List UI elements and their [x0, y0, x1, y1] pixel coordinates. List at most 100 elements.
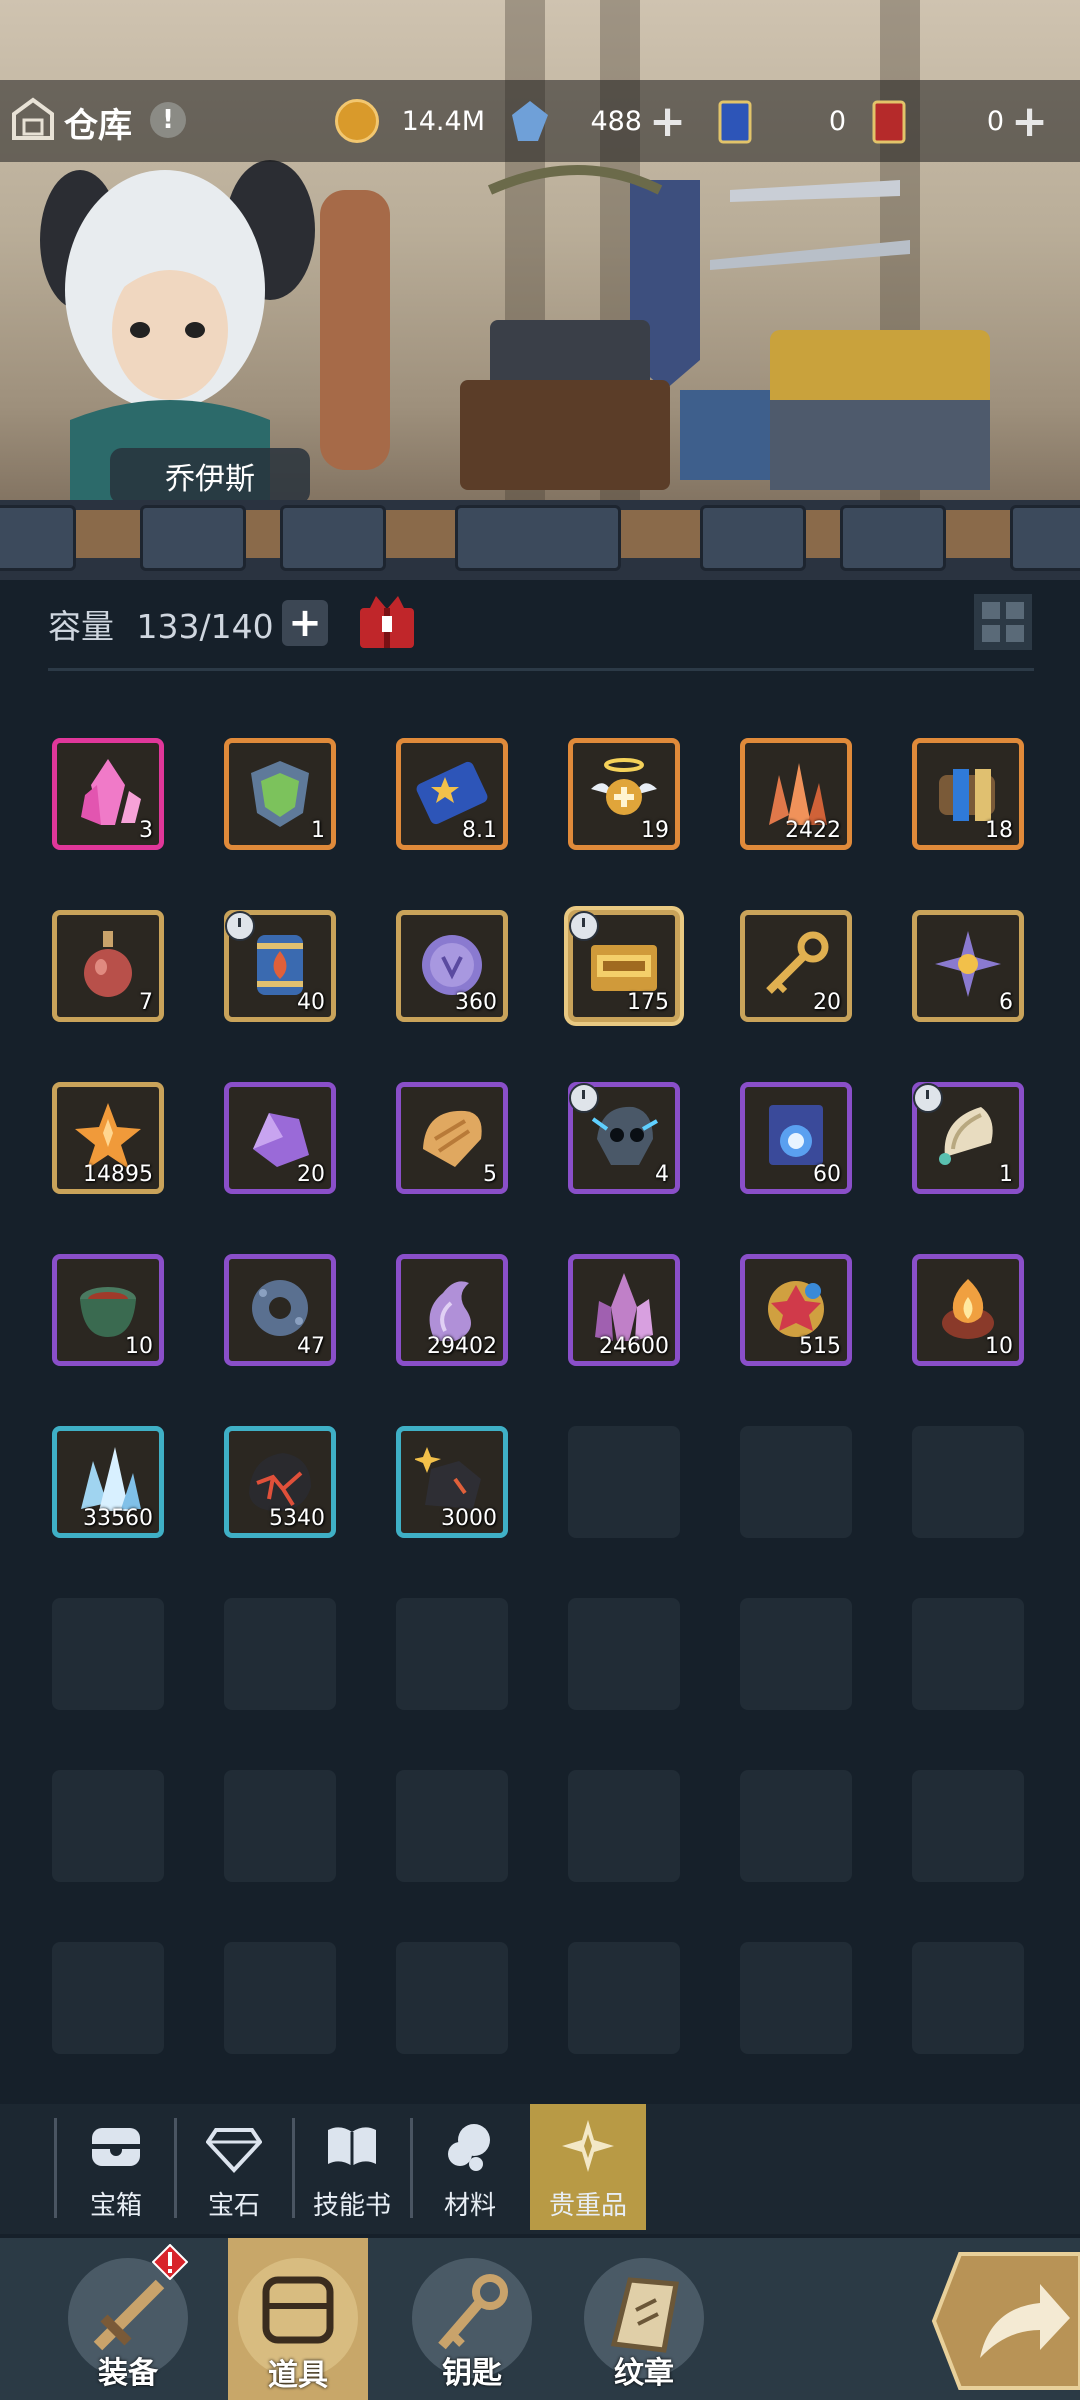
item-count: 6: [999, 990, 1013, 1015]
item-count: 1: [311, 818, 325, 843]
tab-chest[interactable]: 宝箱: [58, 2104, 174, 2230]
blue-ticket-icon: [718, 100, 752, 144]
item-count: 18: [985, 818, 1013, 843]
item-slot[interactable]: 24600: [568, 1254, 680, 1366]
item-slot[interactable]: 6: [912, 910, 1024, 1022]
item-count: 8.1: [462, 818, 497, 843]
empty-slot: [52, 1770, 164, 1882]
nav-emblem[interactable]: 纹章: [574, 2248, 714, 2398]
bread-icon: [423, 1110, 482, 1167]
item-slot[interactable]: 5340: [224, 1426, 336, 1538]
bag-icon: [262, 2276, 334, 2344]
empty-slot: [396, 1770, 508, 1882]
tab-skillbook[interactable]: 技能书: [294, 2104, 410, 2230]
category-tabs: 宝箱 宝石 技能书 材料 贵重品: [0, 2104, 1080, 2234]
empty-slot: [740, 1426, 852, 1538]
tab-gem[interactable]: 宝石: [176, 2104, 292, 2230]
nav-items[interactable]: 道具: [228, 2238, 368, 2400]
item-slot[interactable]: 20: [224, 1082, 336, 1194]
item-count: 10: [985, 1334, 1013, 1359]
item-slot[interactable]: 18: [912, 738, 1024, 850]
item-slot[interactable]: 7: [52, 910, 164, 1022]
gold-coin-icon: [335, 99, 379, 143]
warehouse-icon: [12, 97, 54, 140]
item-slot[interactable]: 360: [396, 910, 508, 1022]
item-slot[interactable]: 8.1: [396, 738, 508, 850]
item-slot[interactable]: 33560: [52, 1426, 164, 1538]
item-slot[interactable]: 10: [912, 1254, 1024, 1366]
capacity-value: 133/140: [136, 607, 274, 646]
item-count: 20: [297, 1162, 325, 1187]
timer-icon: [913, 1083, 943, 1113]
empty-slot: [740, 1598, 852, 1710]
empty-slot: [568, 1942, 680, 2054]
item-count: 1: [999, 1162, 1013, 1187]
valuable-star-icon: [562, 2120, 614, 2172]
grid-view-icon[interactable]: [974, 594, 1032, 650]
item-count: 3: [139, 818, 153, 843]
timer-icon: [569, 1083, 599, 1113]
item-slot[interactable]: 19: [568, 738, 680, 850]
empty-slot: [224, 1598, 336, 1710]
item-slot[interactable]: 47: [224, 1254, 336, 1366]
item-count: 20: [813, 990, 841, 1015]
shell-horn-icon: [939, 1107, 993, 1165]
gold-resource: 14.4M: [335, 90, 485, 152]
empty-slot: [224, 1942, 336, 2054]
hero-name-label: 乔伊斯: [110, 448, 310, 504]
item-count: 2422: [785, 818, 841, 843]
tab-material[interactable]: 材料: [412, 2104, 528, 2230]
item-count: 40: [297, 990, 325, 1015]
item-slot[interactable]: 5: [396, 1082, 508, 1194]
blue-ticket-value: 0: [828, 105, 846, 137]
item-slot[interactable]: 175: [568, 910, 680, 1022]
add-gold-ticket-button[interactable]: +: [1011, 96, 1048, 147]
capacity-info: 容量 133/140: [48, 600, 274, 648]
sword-icon: [93, 2279, 165, 2351]
skull-helmet-icon: [591, 1106, 658, 1165]
info-button[interactable]: !: [150, 102, 186, 138]
empty-slot: [224, 1770, 336, 1882]
red-gold-ticket-icon: [872, 100, 906, 144]
expand-capacity-button[interactable]: +: [282, 600, 328, 646]
gold-ticket-value: 0: [986, 105, 1004, 137]
item-slot[interactable]: 1: [224, 738, 336, 850]
item-count: 5: [483, 1162, 497, 1187]
item-slot[interactable]: 4: [568, 1082, 680, 1194]
item-slot[interactable]: 14895: [52, 1082, 164, 1194]
empty-slot: [740, 1942, 852, 2054]
item-slot[interactable]: 60: [740, 1082, 852, 1194]
next-arrow-button[interactable]: [930, 2248, 1080, 2394]
tab-valuables[interactable]: 贵重品: [530, 2104, 646, 2230]
gold-value: 14.4M: [401, 105, 485, 137]
item-slot[interactable]: 3: [52, 738, 164, 850]
shelf-divider: [0, 500, 1080, 580]
item-slot[interactable]: 10: [52, 1254, 164, 1366]
item-slot[interactable]: 3000: [396, 1426, 508, 1538]
chest-icon: [92, 2128, 140, 2166]
empty-slot: [396, 1598, 508, 1710]
item-count: 19: [641, 818, 669, 843]
add-crystal-button[interactable]: +: [649, 96, 686, 147]
timer-icon: [569, 911, 599, 941]
star-gem-icon: [935, 931, 1001, 997]
empty-slot: [912, 1426, 1024, 1538]
capacity-label: 容量: [48, 607, 114, 646]
item-slot[interactable]: 515: [740, 1254, 852, 1366]
item-slot[interactable]: 20: [740, 910, 852, 1022]
nav-keys[interactable]: 钥匙: [402, 2248, 542, 2398]
item-count: 360: [455, 990, 497, 1015]
weapons-rack-art: [460, 165, 990, 490]
item-slot[interactable]: 29402: [396, 1254, 508, 1366]
item-slot[interactable]: 40: [224, 910, 336, 1022]
item-slot[interactable]: 1: [912, 1082, 1024, 1194]
empty-slot: [568, 1426, 680, 1538]
item-count: 175: [627, 990, 669, 1015]
gold-ticket-resource: 0 +: [870, 90, 1050, 152]
page-title: 仓库: [64, 106, 132, 146]
diamond-icon: [206, 2128, 262, 2173]
item-slot[interactable]: 2422: [740, 738, 852, 850]
empty-slot: [568, 1598, 680, 1710]
item-count: 24600: [599, 1334, 669, 1359]
gift-pack-icon[interactable]: [356, 592, 418, 652]
